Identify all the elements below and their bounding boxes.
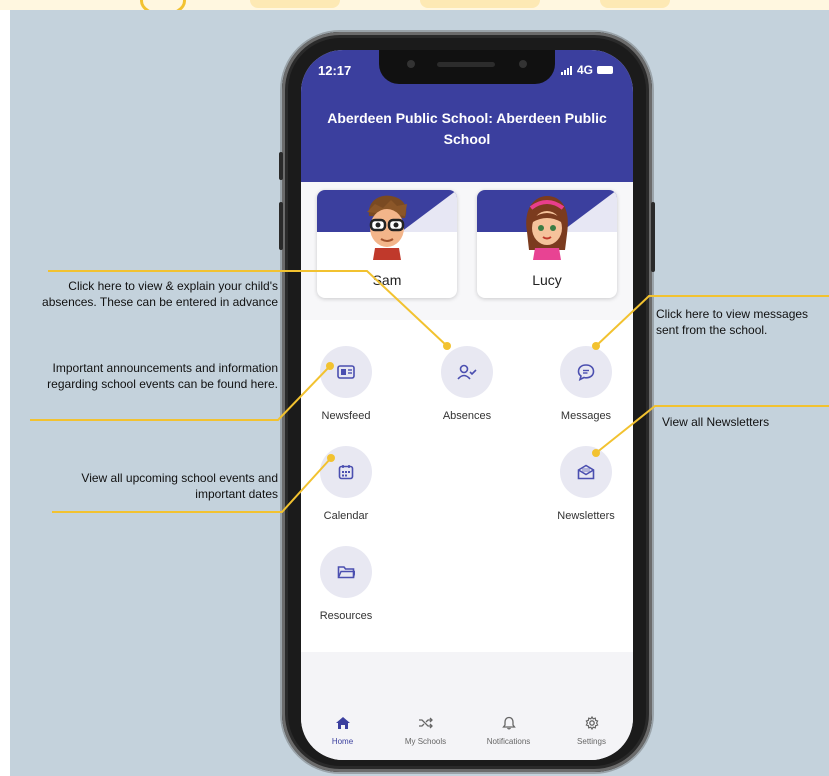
newsletters-tile[interactable]: Newsletters <box>541 446 631 522</box>
callout-absences: Click here to view & explain your child'… <box>42 279 278 309</box>
bell-icon <box>501 716 516 730</box>
child-name: Lucy <box>532 272 562 288</box>
app-header: 12:17 4G Aberdeen Public School: Aberdee… <box>301 50 633 182</box>
callout-messages: Click here to view messages sent from th… <box>656 307 809 337</box>
resources-label: Resources <box>319 610 373 622</box>
tab-my-schools[interactable]: My Schools <box>391 716 461 760</box>
child-card-sam[interactable]: Sam <box>317 190 457 298</box>
tab-notifications[interactable]: Notifications <box>474 716 544 760</box>
newsfeed-label: Newsfeed <box>321 410 371 422</box>
calendar-label: Calendar <box>323 510 369 522</box>
callout-newsfeed: Important announcements and information … <box>47 361 278 391</box>
girl-avatar-icon <box>526 196 568 260</box>
top-banner-strip <box>0 0 829 10</box>
messages-tile[interactable]: Messages <box>541 346 631 422</box>
newsletter-envelope-icon <box>577 464 595 480</box>
tab-label: Home <box>331 737 354 746</box>
tab-label: Settings <box>577 737 606 746</box>
user-check-icon <box>457 364 477 380</box>
child-name: Sam <box>372 272 402 288</box>
absences-label: Absences <box>442 410 492 422</box>
calendar-icon <box>338 465 354 480</box>
tab-settings[interactable]: Settings <box>557 715 627 760</box>
battery-icon <box>597 66 613 74</box>
absences-tile[interactable]: Absences <box>422 346 512 422</box>
folder-icon <box>337 566 355 579</box>
signal-icon <box>560 66 572 75</box>
school-title: Aberdeen Public School: Aberdeen Public … <box>327 110 607 147</box>
message-bubble-icon <box>577 364 595 381</box>
messages-label: Messages <box>560 410 612 422</box>
tab-label: Notifications <box>486 737 531 746</box>
status-time: 12:17 <box>318 63 352 78</box>
newsletters-label: Newsletters <box>557 510 615 522</box>
gear-icon <box>585 715 598 731</box>
shuffle-icon <box>418 717 433 729</box>
children-section: Sam Lucy <box>301 182 633 320</box>
newsfeed-icon <box>337 365 355 379</box>
resources-tile[interactable]: Resources <box>301 546 391 622</box>
phone-notch <box>379 50 555 84</box>
bottom-tab-bar: Home My Schools Notifications Settings <box>301 715 633 760</box>
network-label: 4G <box>576 63 593 77</box>
calendar-tile[interactable]: Calendar <box>301 446 391 522</box>
callout-newsletters: View all Newsletters <box>662 415 770 429</box>
tab-home[interactable]: Home <box>308 716 378 760</box>
newsfeed-tile[interactable]: Newsfeed <box>301 346 391 422</box>
menu-grid: Newsfeed Absences Messages Calendar News… <box>301 320 633 652</box>
logo-ring <box>140 0 186 10</box>
home-icon <box>335 717 350 729</box>
tab-label: My Schools <box>404 737 447 746</box>
callout-calendar: View all upcoming school events and impo… <box>81 471 278 501</box>
child-card-lucy[interactable]: Lucy <box>477 190 617 298</box>
phone-frame: 12:17 4G Aberdeen Public School: Aberdee… <box>279 32 655 772</box>
boy-avatar-icon <box>367 195 407 260</box>
app-screen: 12:17 4G Aberdeen Public School: Aberdee… <box>301 50 633 760</box>
status-network: 4G <box>560 63 613 77</box>
